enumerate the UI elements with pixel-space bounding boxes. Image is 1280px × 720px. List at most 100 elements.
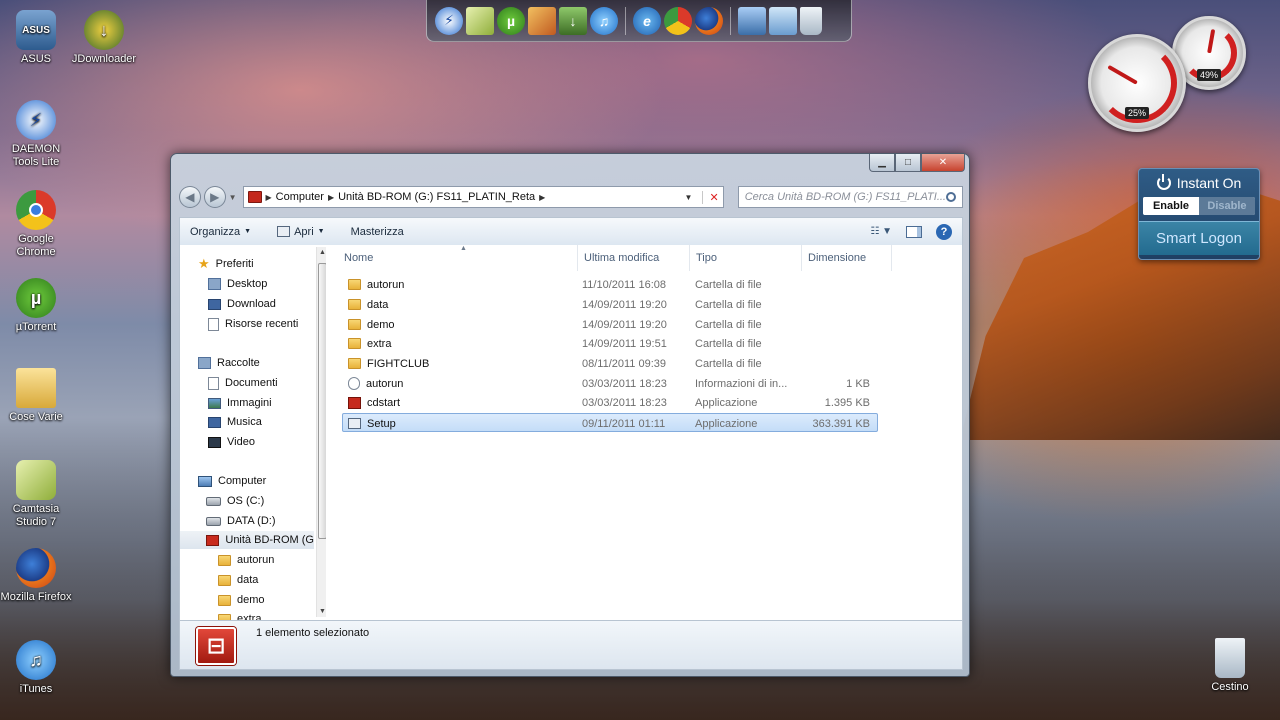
scrollbar-thumb[interactable] xyxy=(318,263,326,539)
nav-label: demo xyxy=(237,594,265,606)
breadcrumb-arrow-icon[interactable]: ▶ xyxy=(328,193,334,202)
enable-button[interactable]: Enable xyxy=(1143,197,1199,215)
download-folder-icon xyxy=(208,298,221,310)
organize-button[interactable]: Organizza ▼ xyxy=(190,226,251,238)
desktop-icon-firefox[interactable]: Mozilla Firefox xyxy=(0,548,72,604)
nav-data-drive[interactable]: DATA (D:) xyxy=(206,512,275,530)
search-box[interactable]: Cerca Unità BD-ROM (G:) FS11_PLATI... xyxy=(737,186,963,208)
forward-button[interactable]: ▶ xyxy=(203,186,226,208)
setup-info-icon xyxy=(348,377,360,390)
firefox-icon[interactable] xyxy=(695,6,723,35)
file-row[interactable]: demo 14/09/2011 19:20 Cartella di file xyxy=(342,315,878,334)
nav-libraries[interactable]: Raccolte xyxy=(198,354,260,372)
nav-download[interactable]: Download xyxy=(208,295,276,313)
file-row[interactable]: autorun 11/10/2011 16:08 Cartella di fil… xyxy=(342,275,878,294)
column-header-type[interactable]: Tipo xyxy=(690,245,802,271)
file-type: Cartella di file xyxy=(695,357,762,370)
camtasia-icon[interactable] xyxy=(466,6,494,35)
folder-icon xyxy=(348,319,361,330)
nav-scrollbar[interactable]: ▲ ▼ xyxy=(316,247,326,617)
itunes-icon[interactable]: ♫ xyxy=(590,6,618,35)
smart-logon-button[interactable]: Smart Logon xyxy=(1139,221,1259,255)
file-row[interactable]: cdstart 03/03/2011 18:23 Applicazione 1.… xyxy=(342,393,878,412)
back-button[interactable]: ◀ xyxy=(179,186,201,208)
utorrent-icon[interactable]: µ xyxy=(497,6,525,35)
nav-recent[interactable]: Risorse recenti xyxy=(208,315,298,333)
file-row[interactable]: autorun 03/03/2011 18:23 Informazioni di… xyxy=(342,374,878,393)
nav-documents[interactable]: Documenti xyxy=(208,374,278,392)
nav-os-drive[interactable]: OS (C:) xyxy=(206,492,264,510)
file-size xyxy=(808,275,870,294)
file-row[interactable]: extra 14/09/2011 19:51 Cartella di file xyxy=(342,334,878,353)
file-type: Cartella di file xyxy=(695,318,762,331)
close-button[interactable]: ✕ xyxy=(921,154,965,172)
dock-separator xyxy=(730,6,731,35)
command-bar: Organizza ▼ Apri ▼ Masterizza ☷ ▼ ? xyxy=(179,217,963,245)
internet-explorer-icon[interactable]: e xyxy=(633,6,661,35)
nav-favorites[interactable]: ★ Preferiti xyxy=(198,255,254,273)
maximize-button[interactable]: □ xyxy=(895,154,921,172)
nav-sub-autorun[interactable]: autorun xyxy=(218,551,274,569)
file-row[interactable]: FIGHTCLUB 08/11/2011 09:39 Cartella di f… xyxy=(342,354,878,373)
change-view-icon[interactable]: ☷ ▼ xyxy=(870,226,892,237)
desktop-icon-cose-varie[interactable]: Cose Varie xyxy=(0,368,72,424)
nav-music[interactable]: Musica xyxy=(208,413,262,431)
preview-pane-icon[interactable] xyxy=(906,225,922,238)
folder-icon xyxy=(218,574,231,586)
recent-pages-dropdown[interactable]: ▼ xyxy=(229,193,239,202)
jdownloader-icon[interactable]: ↓ xyxy=(559,6,587,35)
cpu-readout: 25% xyxy=(1124,107,1150,119)
burn-button[interactable]: Masterizza xyxy=(351,226,404,238)
nav-computer[interactable]: Computer xyxy=(198,472,266,490)
nav-sub-extra[interactable]: extra xyxy=(218,610,261,620)
search-icon[interactable] xyxy=(946,192,956,202)
control-panel-icon[interactable] xyxy=(769,6,797,35)
desktop-icon-jdownloader[interactable]: ↓ JDownloader xyxy=(68,10,140,66)
breadcrumb-drive[interactable]: Unità BD-ROM (G:) FS11_PLATIN_Reta xyxy=(338,191,535,203)
column-header-size[interactable]: Dimensione xyxy=(802,245,892,271)
clear-address-icon[interactable]: ✕ xyxy=(702,190,719,204)
breadcrumb-computer[interactable]: Computer xyxy=(276,191,324,203)
nav-pictures[interactable]: Immagini xyxy=(208,394,272,412)
computer-icon[interactable] xyxy=(738,6,766,35)
scroll-down-icon[interactable]: ▼ xyxy=(319,608,326,615)
breadcrumb-arrow-icon[interactable]: ▶ xyxy=(266,193,272,202)
nav-sub-demo[interactable]: demo xyxy=(218,591,265,609)
video-icon xyxy=(208,436,221,448)
pictures-icon xyxy=(208,397,221,409)
nav-desktop[interactable]: Desktop xyxy=(208,275,267,293)
chrome-icon[interactable] xyxy=(664,6,692,35)
file-name: FIGHTCLUB xyxy=(367,357,430,370)
address-history-dropdown[interactable]: ▼ xyxy=(685,193,693,202)
nav-bd-drive[interactable]: Unità BD-ROM (G xyxy=(180,531,314,549)
desktop-icon-utorrent[interactable]: µ µTorrent xyxy=(0,278,72,334)
video-converter-icon[interactable] xyxy=(528,6,556,35)
camtasia-icon xyxy=(16,460,56,500)
desktop-icon-chrome[interactable]: Google Chrome xyxy=(0,190,72,259)
scroll-up-icon[interactable]: ▲ xyxy=(319,249,326,256)
open-button[interactable]: Apri ▼ xyxy=(277,226,325,238)
daemon-tools-icon[interactable]: ⚡ xyxy=(435,6,463,35)
help-icon[interactable]: ? xyxy=(936,223,952,240)
chevron-down-icon: ▼ xyxy=(244,228,252,235)
disable-button[interactable]: Disable xyxy=(1199,197,1255,215)
nav-label: data xyxy=(237,574,259,586)
column-header-modified[interactable]: Ultima modifica xyxy=(578,245,690,271)
recycle-bin-icon[interactable] xyxy=(800,6,822,35)
column-header-name[interactable]: Nome xyxy=(338,245,578,271)
application-icon: ⊟ xyxy=(196,627,236,665)
desktop-icon-itunes[interactable]: ♫ iTunes xyxy=(0,640,72,696)
nav-video[interactable]: Video xyxy=(208,433,255,451)
file-modified: 14/09/2011 19:20 xyxy=(582,318,667,331)
address-bar[interactable]: ▶ Computer ▶ Unità BD-ROM (G:) FS11_PLAT… xyxy=(242,186,724,208)
desktop-icon-asus[interactable]: ASUS ASUS xyxy=(0,10,72,66)
file-row-selected[interactable]: Setup 09/11/2011 01:11 Applicazione 363.… xyxy=(342,413,878,432)
desktop-icon-recycle-bin[interactable]: Cestino xyxy=(1194,638,1266,694)
minimize-button[interactable]: ▁ xyxy=(869,154,895,172)
desktop-icon-camtasia[interactable]: Camtasia Studio 7 xyxy=(0,460,72,529)
desktop-icon-daemon-tools[interactable]: ⚡ DAEMON Tools Lite xyxy=(0,100,72,169)
nav-sub-data[interactable]: data xyxy=(218,571,258,589)
open-icon xyxy=(277,226,291,237)
breadcrumb-arrow-icon[interactable]: ▶ xyxy=(539,193,545,202)
file-row[interactable]: data 14/09/2011 19:20 Cartella di file xyxy=(342,295,878,314)
